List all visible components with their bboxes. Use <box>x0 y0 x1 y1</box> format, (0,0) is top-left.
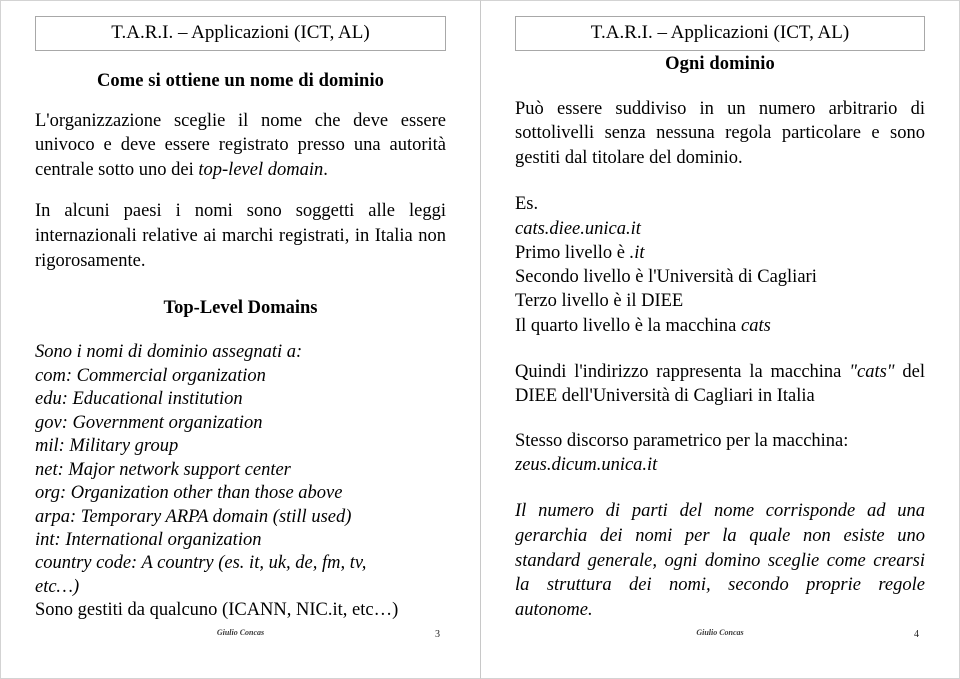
slide-left-content: T.A.R.I. – Applicazioni (ICT, AL) Come s… <box>1 1 480 678</box>
tld-item: country code: A country (es. it, uk, de,… <box>35 553 367 574</box>
slide-footer-left: Giulio Concas 3 <box>35 628 446 642</box>
level-line-emphasis: cats <box>741 315 771 336</box>
slide-right-content: T.A.R.I. – Applicazioni (ICT, AL) Ogni d… <box>481 1 959 678</box>
slide-header-box-right: T.A.R.I. – Applicazioni (ICT, AL) <box>515 16 925 51</box>
level-line-pre: Il quarto livello è la macchina <box>515 315 742 336</box>
level-line-pre: Primo livello è <box>515 242 630 263</box>
tld-closing: Sono gestiti da qualcuno (ICANN, NIC.it,… <box>35 600 399 621</box>
paragraph-parametrico-domain: zeus.dicum.unica.it <box>515 455 658 476</box>
tld-item: arpa: Temporary ARPA domain (still used) <box>35 506 352 527</box>
paragraph-indirizzo: Quindi l'indirizzo rappresenta la macchi… <box>515 360 925 409</box>
tld-item: com: Commercial organization <box>35 365 266 386</box>
footer-page-number: 3 <box>435 629 440 640</box>
example-block: Es. cats.diee.unica.it Primo livello è .… <box>515 192 925 337</box>
paragraph-suddiviso: Può essere suddiviso in un numero arbitr… <box>515 98 925 168</box>
tld-item: gov: Government organization <box>35 412 263 433</box>
level-line-emphasis: .it <box>629 242 645 263</box>
paragraph-gerarchia: Il numero di parti del nome corrisponde … <box>515 501 925 620</box>
paragraph-indirizzo-emphasis: "cats" <box>849 361 895 382</box>
slide-left: T.A.R.I. – Applicazioni (ICT, AL) Come s… <box>0 0 480 679</box>
slide-footer-right: Giulio Concas 4 <box>515 628 925 642</box>
paragraph-paesi: In alcuni paesi i nomi sono soggetti all… <box>35 201 446 271</box>
tld-item: int: International organization <box>35 529 262 550</box>
tld-intro: Sono i nomi di dominio assegnati a: <box>35 342 303 363</box>
tld-item: etc…) <box>35 576 80 597</box>
paragraph-parametrico-block: Stesso discorso parametrico per la macch… <box>515 429 925 477</box>
paragraph-parametrico: Stesso discorso parametrico per la macch… <box>515 430 849 451</box>
paragraph-organizzazione-text-b: . <box>323 159 328 180</box>
slide-header-box-left: T.A.R.I. – Applicazioni (ICT, AL) <box>35 16 446 51</box>
tld-item: edu: Educational institution <box>35 389 243 410</box>
footer-author: Giulio Concas <box>216 628 265 637</box>
paragraph-indirizzo-text-a: Quindi l'indirizzo rappresenta la macchi… <box>515 361 850 382</box>
slide-subtitle-right: Ogni dominio <box>665 53 775 74</box>
level-line: Secondo livello è l'Università di Caglia… <box>515 265 925 289</box>
tld-item: net: Major network support center <box>35 459 291 480</box>
slide-right: T.A.R.I. – Applicazioni (ICT, AL) Ogni d… <box>480 0 960 679</box>
section-heading-top-level-domains: Top-Level Domains <box>163 298 318 319</box>
slide-subtitle-left: Come si ottiene un nome di dominio <box>96 70 385 91</box>
tld-list-block: Sono i nomi di dominio assegnati a: com:… <box>35 341 446 623</box>
example-label: Es. <box>515 194 539 215</box>
level-line-pre: Terzo livello è il DIEE <box>515 291 684 312</box>
level-line: Il quarto livello è la macchina cats <box>515 314 925 338</box>
tld-item: mil: Military group <box>35 436 179 457</box>
footer-page-number: 4 <box>914 629 919 640</box>
tld-item: org: Organization other than those above <box>35 483 343 504</box>
level-line-pre: Secondo livello è l'Università di Caglia… <box>515 267 817 288</box>
paragraph-organizzazione: L'organizzazione sceglie il nome che dev… <box>35 109 446 183</box>
footer-author: Giulio Concas <box>696 628 744 637</box>
example-domain: cats.diee.unica.it <box>515 218 641 239</box>
level-line: Primo livello è .it <box>515 241 925 265</box>
paragraph-organizzazione-emphasis: top-level domain <box>198 159 324 180</box>
level-line: Terzo livello è il DIEE <box>515 289 925 313</box>
handout-page: T.A.R.I. – Applicazioni (ICT, AL) Come s… <box>0 0 960 679</box>
